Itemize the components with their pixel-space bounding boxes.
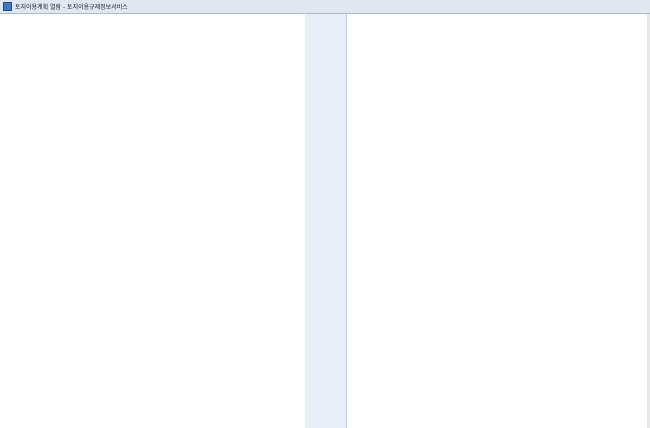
item-7-da <box>365 212 643 228</box>
clause-4 <box>355 407 643 428</box>
app-icon <box>3 2 12 11</box>
clause-2 <box>355 273 643 306</box>
window-title: 토지이용계획 열람 - 토지이용규제정보서비스 <box>15 4 128 11</box>
clause-3 <box>355 365 643 406</box>
clause-1 <box>355 94 643 111</box>
window-titlebar: 토지이용계획 열람 - 토지이용규제정보서비스 <box>0 0 650 14</box>
item-9 <box>359 238 643 271</box>
blank-pane <box>0 14 305 428</box>
section-label-column <box>305 14 346 428</box>
regulation-content <box>351 14 643 428</box>
clause-2-item-2 <box>359 315 643 331</box>
clause-2-item-3 <box>359 332 643 356</box>
column-divider <box>346 14 347 428</box>
